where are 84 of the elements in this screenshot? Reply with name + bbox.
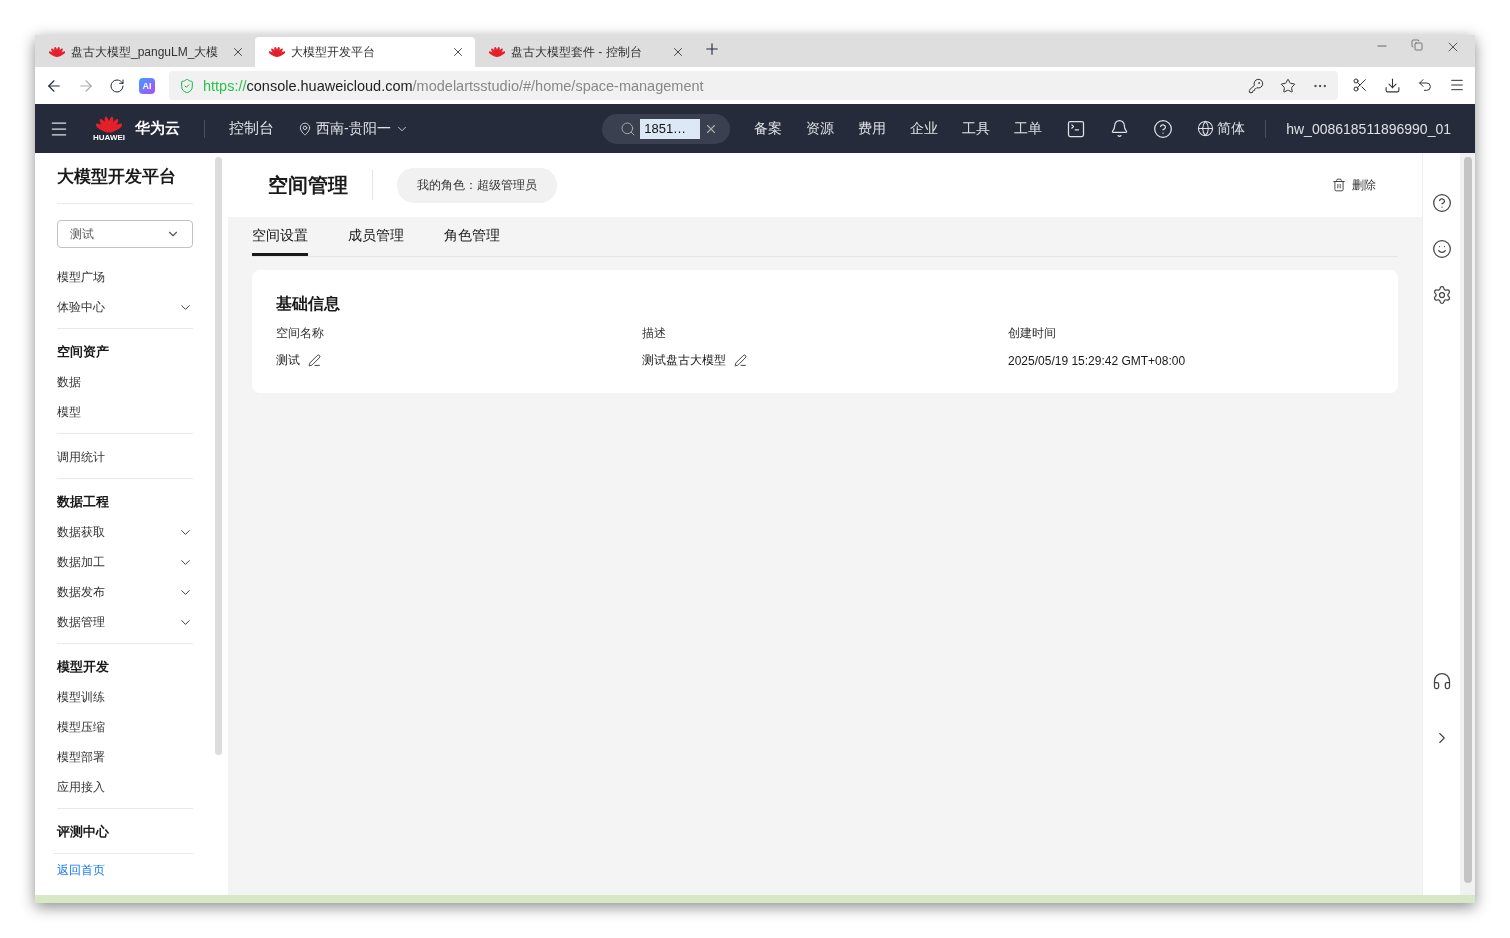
field-label: 空间名称	[276, 325, 325, 342]
scissors-icon[interactable]	[1352, 77, 1368, 93]
reload-icon[interactable]	[109, 77, 125, 94]
space-select[interactable]: 测试	[57, 220, 193, 248]
menu-icon[interactable]	[1449, 77, 1465, 93]
page-tab[interactable]: 成员管理	[348, 217, 404, 256]
smile-icon[interactable]	[1431, 239, 1452, 259]
browser-tab[interactable]: 盘古大模型_panguLM_大模	[35, 37, 255, 67]
edit-icon[interactable]	[308, 354, 321, 367]
shield-icon	[179, 77, 195, 94]
section-title: 模型开发	[57, 658, 110, 676]
bell-icon[interactable]	[1110, 119, 1130, 138]
undo-icon[interactable]	[1417, 77, 1433, 93]
field-label: 描述	[642, 325, 667, 342]
user-name[interactable]: hw_008618511896990_01	[1286, 120, 1451, 137]
flower-icon	[269, 46, 285, 58]
edit-icon[interactable]	[734, 354, 747, 367]
delete-button[interactable]: 删除	[1326, 175, 1382, 195]
sidebar-item[interactable]: 模型部署	[57, 742, 193, 772]
restore-icon[interactable]	[1411, 39, 1423, 51]
nav-link[interactable]: 备案	[754, 119, 783, 138]
nav-link[interactable]: 工单	[1014, 119, 1043, 138]
terminal-icon[interactable]	[1066, 118, 1087, 139]
sidebar-item[interactable]: 应用接入	[57, 772, 193, 802]
search-field[interactable]: 1851…	[602, 113, 731, 144]
nav-link[interactable]: 企业	[910, 119, 939, 138]
page-title: 空间管理	[268, 172, 348, 198]
close-icon[interactable]	[671, 45, 685, 59]
sidebar-item[interactable]: 数据发布	[57, 577, 193, 607]
address-field[interactable]: https://console.huaweicloud.com/modelartsstudio/#/home/space-management	[169, 71, 1338, 100]
sidebar-item[interactable]: 体验中心	[57, 292, 193, 322]
help-icon[interactable]	[1431, 193, 1452, 213]
nav-link[interactable]: 资源	[806, 119, 835, 138]
page-tab[interactable]: 空间设置	[252, 217, 308, 256]
home-link[interactable]: 返回首页	[53, 853, 193, 887]
brand-name: 华为云	[135, 119, 180, 138]
field-value: 测试	[276, 352, 300, 369]
sidebar-item[interactable]: 模型广场	[57, 262, 193, 292]
close-icon[interactable]	[231, 45, 245, 59]
region-selector[interactable]: 西南-贵阳一	[316, 119, 391, 138]
sidebar-item[interactable]: 模型压缩	[57, 712, 193, 742]
trash-icon	[1332, 178, 1346, 192]
flower-logo-icon	[96, 114, 122, 134]
sidebar-item[interactable]: 数据获取	[57, 517, 193, 547]
flower-icon	[49, 46, 65, 58]
section-title: 空间资产	[57, 343, 110, 361]
sidebar-item[interactable]: 模型训练	[57, 682, 193, 712]
flower-icon	[489, 46, 505, 58]
browser-tab[interactable]: 盘古大模型套件 - 控制台	[475, 37, 695, 67]
star-icon[interactable]	[1280, 77, 1296, 94]
search-input[interactable]: 1851…	[640, 118, 701, 139]
sidebar-title: 大模型开发平台	[57, 165, 193, 204]
search-icon	[620, 120, 637, 137]
section-title: 数据工程	[57, 493, 110, 511]
settings-icon[interactable]	[1431, 285, 1452, 305]
sidebar-item[interactable]: 数据管理	[57, 607, 193, 637]
sidebar-item[interactable]: 数据	[57, 367, 193, 397]
new-tab-icon[interactable]	[703, 40, 721, 58]
pin-icon	[298, 121, 312, 136]
role-badge: 我的角色：超级管理员	[397, 167, 557, 203]
console-link[interactable]: 控制台	[229, 119, 274, 138]
scrollbar[interactable]	[215, 157, 222, 755]
scrollbar[interactable]	[35, 895, 1475, 903]
scrollbar[interactable]	[1463, 157, 1472, 883]
nav-link[interactable]: 工具	[962, 119, 991, 138]
nav-link[interactable]: 费用	[858, 119, 887, 138]
browser-tab[interactable]: 大模型开发平台	[255, 37, 475, 67]
headset-icon[interactable]	[1431, 671, 1452, 691]
field-value: 2025/05/19 15:29:42 GMT+08:00	[1008, 353, 1186, 368]
download-icon[interactable]	[1384, 77, 1401, 94]
language-link[interactable]: 简体	[1217, 119, 1246, 138]
key-icon[interactable]	[1248, 77, 1264, 94]
globe-icon[interactable]	[1197, 120, 1215, 137]
field-value: 测试盘古大模型	[642, 352, 726, 369]
logo-caption: HUAWEI	[93, 133, 125, 143]
field-label: 创建时间	[1008, 325, 1057, 342]
ai-button[interactable]: AI	[139, 77, 155, 94]
sidebar-item[interactable]: 数据加工	[57, 547, 193, 577]
close-icon[interactable]	[451, 45, 465, 59]
sidebar-item[interactable]: 模型	[57, 397, 193, 427]
section-title: 评测中心	[57, 823, 110, 841]
card-title: 基础信息	[276, 294, 341, 314]
sidebar-item[interactable]: 调用统计	[57, 442, 193, 472]
page-tab[interactable]: 角色管理	[444, 217, 500, 256]
